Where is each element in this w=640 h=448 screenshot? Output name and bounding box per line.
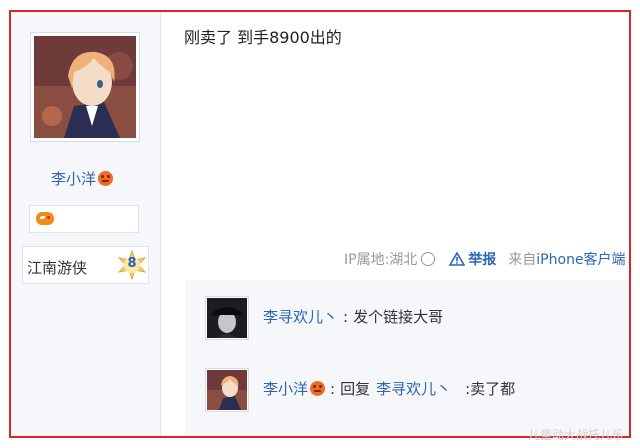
watermark: 儿童动大战托儿乐 [528,428,625,442]
highlight-frame [9,10,631,438]
